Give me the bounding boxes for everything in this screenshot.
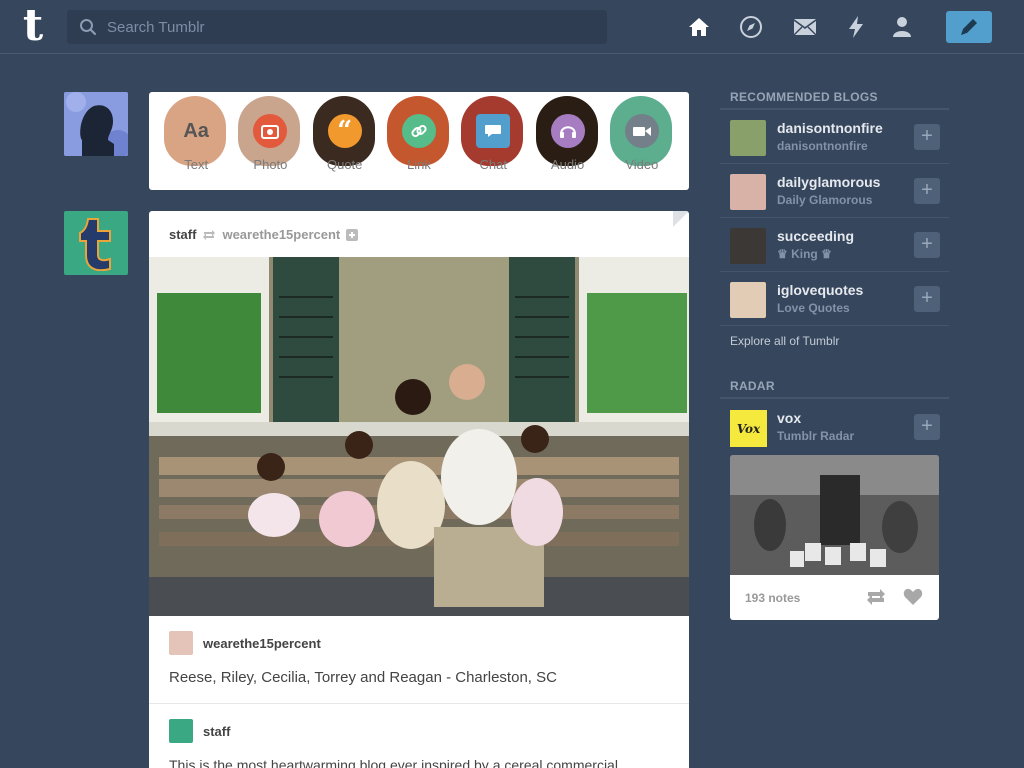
post-header: staff wearethe15percent bbox=[169, 227, 359, 242]
comment-author: staff bbox=[169, 719, 230, 743]
blog-avatar bbox=[730, 228, 766, 264]
recommended-blog[interactable]: danisontnonfire danisontnonfire + bbox=[720, 110, 949, 164]
post-chat-label: Chat bbox=[479, 157, 507, 172]
post-fold-corner bbox=[673, 211, 689, 227]
radar-blog[interactable]: Vox vox Tumblr Radar + bbox=[720, 400, 949, 454]
source-avatar[interactable] bbox=[169, 631, 193, 655]
pencil-icon bbox=[961, 19, 977, 35]
blog-avatar bbox=[730, 282, 766, 318]
radar-title: RADAR bbox=[730, 379, 775, 393]
blog-name: iglovequotes bbox=[777, 282, 864, 298]
staff-avatar[interactable] bbox=[64, 211, 128, 275]
reblog-icon bbox=[203, 229, 216, 240]
radar-blog-name: vox bbox=[777, 410, 802, 426]
link-icon bbox=[401, 114, 436, 148]
recommended-blog[interactable]: iglovequotes Love Quotes + bbox=[720, 272, 949, 326]
chat-icon bbox=[476, 114, 511, 148]
comment-text: This is the most heartwarming blog ever … bbox=[169, 757, 622, 768]
account-icon[interactable] bbox=[890, 15, 914, 39]
post-chat-button[interactable]: Chat bbox=[459, 94, 527, 176]
post-author[interactable]: staff bbox=[169, 227, 196, 242]
post-quote-button[interactable]: “ Quote bbox=[311, 94, 379, 176]
search-bar[interactable] bbox=[67, 10, 607, 44]
post-text-button[interactable]: Aa Text bbox=[162, 94, 230, 176]
post-divider bbox=[149, 703, 689, 704]
follow-button[interactable]: + bbox=[914, 124, 940, 150]
post-type-bar: Aa Text Photo “ Quote Link Chat Audio Vi… bbox=[149, 92, 689, 190]
follow-button[interactable]: + bbox=[914, 232, 940, 258]
post-photo[interactable] bbox=[149, 257, 689, 616]
source-blog-name[interactable]: wearethe15percent bbox=[203, 636, 321, 651]
blog-name: succeeding bbox=[777, 228, 855, 244]
activity-icon[interactable] bbox=[844, 15, 868, 39]
top-bar: t bbox=[0, 0, 1024, 54]
vox-logo: Vox bbox=[730, 410, 767, 447]
post-photo-button[interactable]: Photo bbox=[236, 94, 304, 176]
follow-button[interactable]: + bbox=[914, 286, 940, 312]
reblog-source: wearethe15percent bbox=[169, 631, 321, 655]
tumblr-logo[interactable]: t bbox=[16, 4, 50, 48]
text-icon: Aa bbox=[183, 119, 209, 142]
post-link-label: Link bbox=[407, 157, 431, 172]
post-audio-button[interactable]: Audio bbox=[534, 94, 602, 176]
post-video-button[interactable]: Video bbox=[608, 94, 676, 176]
blog-title: ♛ King ♛ bbox=[777, 247, 832, 261]
reblog-icon[interactable] bbox=[865, 587, 887, 607]
like-heart-icon[interactable] bbox=[902, 587, 924, 607]
post-quote-label: Quote bbox=[326, 157, 363, 172]
follow-plus-icon[interactable] bbox=[346, 228, 359, 241]
post-caption: Reese, Riley, Cecilia, Torrey and Reagan… bbox=[169, 669, 557, 686]
blog-name: dailyglamorous bbox=[777, 174, 881, 190]
dashboard-post: staff wearethe15percent wearethe15percen… bbox=[149, 211, 689, 768]
radar-follow-button[interactable]: + bbox=[914, 414, 940, 440]
radar-photo[interactable] bbox=[730, 455, 939, 575]
follow-button[interactable]: + bbox=[914, 178, 940, 204]
user-avatar[interactable] bbox=[64, 92, 128, 156]
notes-count[interactable]: 193 notes bbox=[745, 591, 800, 605]
audio-icon bbox=[550, 114, 585, 148]
staff-mini-avatar[interactable] bbox=[169, 719, 193, 743]
radar-post: 193 notes bbox=[730, 455, 939, 620]
post-text-label: Text bbox=[184, 157, 209, 172]
explore-link[interactable]: Explore all of Tumblr bbox=[730, 334, 839, 348]
home-icon[interactable] bbox=[687, 15, 711, 39]
video-icon bbox=[624, 114, 659, 148]
post-photo-label: Photo bbox=[253, 157, 288, 172]
blog-avatar bbox=[730, 120, 766, 156]
recommended-blog[interactable]: dailyglamorous Daily Glamorous + bbox=[720, 164, 949, 218]
quote-icon: “ bbox=[327, 114, 362, 148]
blog-title: Love Quotes bbox=[777, 301, 850, 315]
recommended-blog[interactable]: succeeding ♛ King ♛ + bbox=[720, 218, 949, 272]
recommended-title: RECOMMENDED BLOGS bbox=[730, 90, 878, 104]
radar-rule bbox=[720, 397, 949, 399]
radar-blog-title: Tumblr Radar bbox=[777, 429, 855, 443]
comment-author-name[interactable]: staff bbox=[203, 724, 230, 739]
post-audio-label: Audio bbox=[550, 157, 585, 172]
post-video-label: Video bbox=[625, 157, 659, 172]
blog-title: Daily Glamorous bbox=[777, 193, 873, 207]
post-link-button[interactable]: Link bbox=[385, 94, 453, 176]
blog-title: danisontnonfire bbox=[777, 139, 868, 153]
search-input[interactable] bbox=[107, 18, 587, 36]
reblogged-from[interactable]: wearethe15percent bbox=[222, 227, 340, 242]
compass-icon[interactable] bbox=[739, 15, 763, 39]
search-icon bbox=[80, 19, 97, 36]
blog-avatar bbox=[730, 174, 766, 210]
inbox-icon[interactable] bbox=[793, 15, 817, 39]
blog-name: danisontnonfire bbox=[777, 120, 883, 136]
compose-button[interactable] bbox=[946, 11, 992, 43]
